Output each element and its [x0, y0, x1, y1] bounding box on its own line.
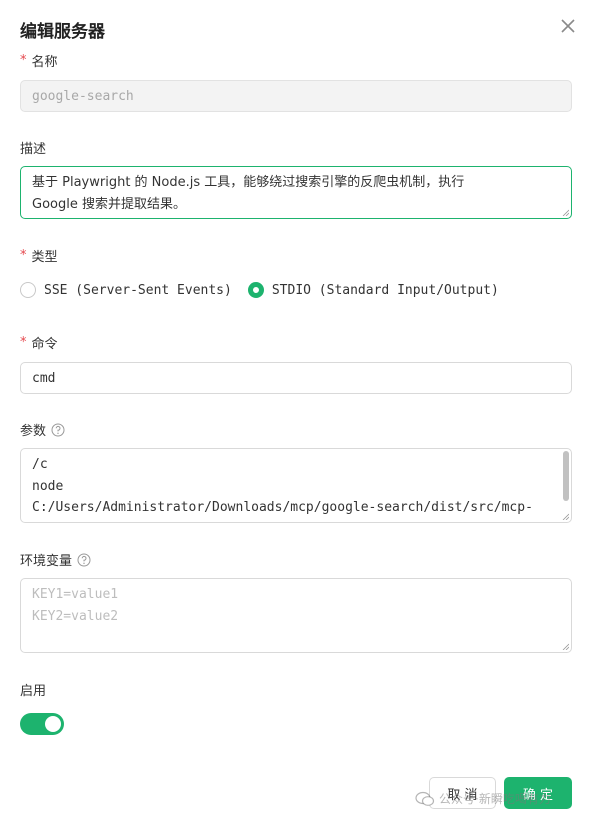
env-placeholder-line: KEY1=value1: [32, 587, 119, 602]
description-label: 描述: [20, 142, 47, 157]
name-input: google-search: [20, 80, 572, 112]
env-placeholder-line: KEY2=value2: [32, 608, 119, 624]
command-input[interactable]: cmd: [20, 362, 572, 394]
name-label: * 名称: [20, 53, 58, 70]
resize-handle-icon[interactable]: [562, 513, 569, 520]
args-label: 参数: [20, 420, 65, 439]
description-line: Google 搜索并提取结果。: [32, 196, 186, 212]
env-textarea[interactable]: KEY1=value1 KEY2=value2: [20, 578, 572, 653]
description-line: 基于 Playwright 的 Node.js 工具，能够绕过搜索引擎的反爬虫机…: [32, 175, 465, 190]
command-label: * 命令: [20, 335, 58, 352]
radio-stdio[interactable]: STDIO (Standard Input/Output): [247, 282, 499, 298]
description-textarea[interactable]: 基于 Playwright 的 Node.js 工具，能够绕过搜索引擎的反爬虫机…: [20, 166, 572, 219]
watermark: 公众号·新瞬吃喝有力: [415, 790, 551, 807]
enabled-toggle[interactable]: [20, 713, 64, 735]
type-label: * 类型: [20, 248, 58, 265]
wechat-icon: [415, 791, 435, 806]
args-line: node: [32, 478, 64, 494]
dialog-title: 编辑服务器: [20, 22, 105, 42]
required-mark: *: [20, 53, 27, 68]
args-textarea[interactable]: /c node C:/Users/Administrator/Downloads…: [20, 448, 572, 523]
close-icon[interactable]: [556, 14, 580, 38]
scrollbar[interactable]: [563, 451, 569, 501]
toggle-knob: [45, 716, 61, 732]
args-line: C:/Users/Administrator/Downloads/mcp/goo…: [32, 500, 533, 515]
resize-handle-icon[interactable]: [562, 643, 569, 650]
radio-sse[interactable]: SSE (Server-Sent Events): [20, 282, 232, 298]
radio-circle[interactable]: [20, 282, 36, 298]
type-radio-group: SSE (Server-Sent Events) STDIO (Standard…: [20, 282, 515, 298]
env-label: 环境变量: [20, 550, 91, 569]
required-mark: *: [20, 248, 27, 263]
help-icon[interactable]: [77, 553, 91, 567]
resize-handle-icon[interactable]: [562, 209, 569, 216]
enabled-label: 启用: [20, 684, 47, 699]
help-icon[interactable]: [51, 423, 65, 437]
args-line: /c: [32, 457, 48, 472]
radio-circle-checked[interactable]: [247, 282, 264, 298]
required-mark: *: [20, 335, 27, 350]
